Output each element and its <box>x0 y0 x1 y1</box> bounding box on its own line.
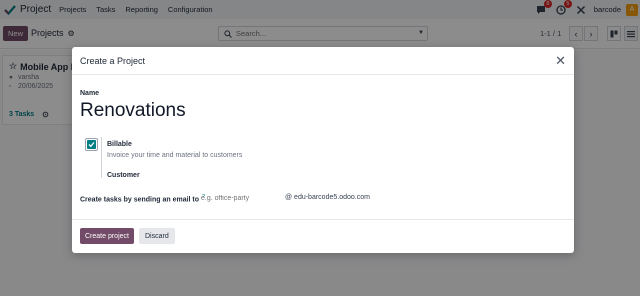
billable-label[interactable]: Billable <box>107 141 132 148</box>
billable-checkbox[interactable] <box>87 140 96 149</box>
customer-label: Customer <box>107 172 140 179</box>
dialog-footer-divider <box>72 219 574 220</box>
create-project-button[interactable]: Create project <box>80 228 134 244</box>
alias-label-text: Create tasks by sending an email to <box>80 196 200 204</box>
close-icon[interactable]: ✕ <box>555 53 566 69</box>
dialog-title: Create a Project <box>80 56 146 66</box>
alias-label: Create tasks by sending an email to ? <box>80 194 205 203</box>
name-label: Name <box>80 90 100 97</box>
dialog-header: Create a Project ✕ <box>72 47 574 75</box>
create-project-dialog: Create a Project ✕ Name Billable Invoice… <box>72 47 574 253</box>
name-field[interactable] <box>80 99 566 123</box>
discard-button[interactable]: Discard <box>139 228 175 244</box>
billable-help-text: Invoice your time and material to custom… <box>107 152 243 159</box>
alias-email-field[interactable] <box>201 192 281 204</box>
billable-divider <box>101 137 102 178</box>
alias-domain: @ edu-barcode5.odoo.com <box>285 194 370 201</box>
